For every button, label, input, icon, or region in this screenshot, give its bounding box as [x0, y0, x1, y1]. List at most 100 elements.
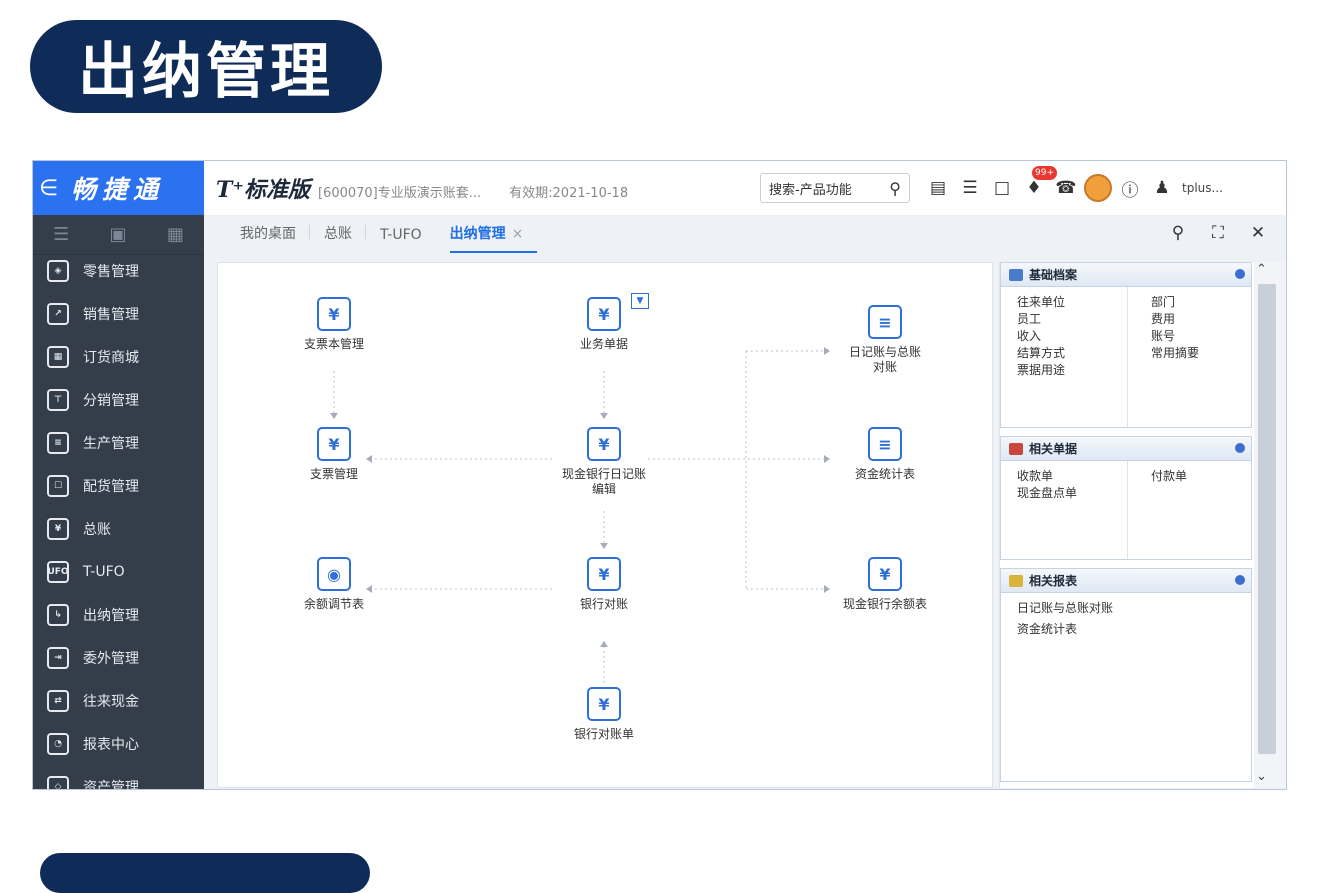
flow-node-fund-stats[interactable]: ≡ 资金统计表: [830, 427, 940, 482]
flow-node-bank-reconcile[interactable]: ¥ 银行对账: [549, 557, 659, 612]
message-icon[interactable]: □: [986, 175, 1018, 201]
sidebar-item[interactable]: ↗ 销售管理: [33, 292, 204, 335]
sidebar-item-label: 资产管理: [83, 779, 139, 790]
flow-node-label: 银行对账单: [573, 727, 634, 741]
help-icon[interactable]: ⓘ: [1114, 175, 1146, 201]
panel-link[interactable]: 费用: [1151, 310, 1251, 327]
panel-header[interactable]: 相关报表: [1001, 569, 1251, 593]
collapse-icon[interactable]: ▣: [110, 224, 127, 245]
panel-link[interactable]: 结算方式: [1017, 344, 1151, 361]
flow-node-journal-edit[interactable]: ¥ 现金银行日记账编辑: [549, 427, 659, 497]
mascot-icon[interactable]: [1082, 174, 1114, 202]
panel-link[interactable]: 常用摘要: [1151, 344, 1251, 361]
sidebar-item[interactable]: ⇥ 委外管理: [33, 636, 204, 679]
journal-check-icon: ≡: [868, 305, 902, 339]
search-input[interactable]: 搜索-产品功能 ⚲: [760, 173, 910, 203]
panel-link[interactable]: 收款单: [1017, 467, 1151, 484]
panel-body: 日记账与总账对账 资金统计表: [1001, 593, 1251, 637]
validity-date: 有效期:2021-10-18: [509, 185, 629, 201]
panel-link[interactable]: 往来单位: [1017, 293, 1151, 310]
dropdown-icon[interactable]: ▼: [631, 293, 649, 309]
journal-edit-icon: ¥: [587, 427, 621, 461]
sidebar-item[interactable]: ◔ 报表中心: [33, 722, 204, 765]
tab-tools: ⚲ ⛶ ✕: [1158, 223, 1278, 243]
back-icon[interactable]: ∈: [39, 176, 63, 201]
close-icon[interactable]: ✕: [1238, 223, 1278, 243]
flow-node-balance-adjust[interactable]: ◉ 余额调节表: [279, 557, 389, 612]
report-icon: ◔: [47, 732, 69, 755]
checklist-icon[interactable]: ☰: [954, 175, 986, 201]
sidebar-item[interactable]: ↳ 出纳管理: [33, 593, 204, 636]
sidebar-item[interactable]: ¥ 总账: [33, 507, 204, 550]
sidebar-item[interactable]: ◈ 零售管理: [33, 249, 204, 292]
save-icon[interactable]: ▤: [922, 175, 954, 201]
panel-link[interactable]: 付款单: [1151, 467, 1251, 484]
panel-link[interactable]: 收入: [1017, 327, 1151, 344]
user-name[interactable]: tplus...: [1182, 181, 1223, 195]
sidebar-item[interactable]: ◇ 资产管理: [33, 765, 204, 790]
sidebar-item[interactable]: ▦ 订货商城: [33, 335, 204, 378]
fullscreen-icon[interactable]: ⛶: [1198, 223, 1238, 243]
sidebar-item[interactable]: ☐ 配货管理: [33, 464, 204, 507]
sidebar-item[interactable]: ⊤ 分销管理: [33, 378, 204, 421]
flow-node-label: 银行对账: [579, 597, 628, 611]
search-icon[interactable]: ⚲: [1158, 223, 1198, 243]
panel-header[interactable]: 相关单据: [1001, 437, 1251, 461]
flow-node-label: 支票本管理: [303, 337, 364, 351]
panel-scrollbar[interactable]: ⌃ ⌄: [1254, 262, 1286, 788]
tab-desktop[interactable]: 我的桌面: [240, 223, 310, 253]
panel-link[interactable]: 部门: [1151, 293, 1251, 310]
panel-link[interactable]: 现金盘点单: [1017, 484, 1151, 501]
scroll-thumb[interactable]: [1258, 284, 1276, 754]
top-bar: T⁺标准版 [600070]专业版演示账套... 有效期:2021-10-18 …: [204, 161, 1286, 215]
phone-icon[interactable]: ☎: [1050, 175, 1082, 201]
asset-icon: ◇: [47, 775, 69, 789]
ufo-icon: UFO: [47, 560, 69, 583]
close-icon[interactable]: ×: [512, 226, 524, 242]
sidebar-item[interactable]: UFO T-UFO: [33, 550, 204, 593]
sidebar-item-label: 委外管理: [83, 650, 139, 667]
account-name[interactable]: [600070]专业版演示账套...: [318, 182, 481, 201]
chevron-down-icon[interactable]: ⌄: [1256, 769, 1267, 784]
sidebar-item[interactable]: ≡ 生产管理: [33, 421, 204, 464]
chevron-up-icon[interactable]: ⌃: [1256, 262, 1267, 277]
search-icon[interactable]: ⚲: [889, 179, 901, 198]
flow-node-cheque-mgmt[interactable]: ¥ 支票管理: [279, 427, 389, 482]
archive-icon: [1009, 268, 1023, 281]
app-window: ∈ 畅捷通 T⁺标准版 [600070]专业版演示账套... 有效期:2021-…: [32, 160, 1287, 790]
panel-link[interactable]: 票据用途: [1017, 361, 1151, 378]
sidebar-item[interactable]: ⇄ 往来现金: [33, 679, 204, 722]
tab-ledger[interactable]: 总账: [324, 223, 366, 253]
logo-bar: ∈ 畅捷通: [33, 161, 204, 215]
sidebar-item-label: 配货管理: [83, 478, 139, 495]
panel-title: 相关报表: [1029, 574, 1078, 588]
menu-icon[interactable]: ☰: [53, 224, 69, 245]
panel-link[interactable]: 资金统计表: [1017, 620, 1251, 637]
panel-link[interactable]: 日记账与总账对账: [1017, 599, 1251, 616]
export-icon[interactable]: ▦: [167, 224, 184, 245]
flow-node-label: 资金统计表: [854, 467, 915, 481]
flow-node-bank-statement[interactable]: ¥ 银行对账单: [549, 687, 659, 742]
ledger-icon: ¥: [47, 517, 69, 540]
page-heading: 出纳管理: [30, 20, 382, 113]
user-icon[interactable]: ♟: [1146, 175, 1178, 201]
collapse-icon[interactable]: [1235, 443, 1245, 453]
flow-node-journal-check[interactable]: ≡ 日记账与总账对账: [830, 305, 940, 375]
collapse-icon[interactable]: [1235, 575, 1245, 585]
panel-link[interactable]: 账号: [1151, 327, 1251, 344]
sidebar-item-label: 出纳管理: [83, 607, 139, 624]
page-title: 出纳管理: [78, 37, 334, 107]
bank-reconcile-icon: ¥: [587, 557, 621, 591]
product-name: T⁺标准版: [216, 177, 310, 203]
notification-icon[interactable]: ♦ 99+: [1018, 166, 1057, 201]
panel-left-column: 往来单位 员工 收入 结算方式 票据用途: [1017, 293, 1151, 427]
tab-cashier[interactable]: 出纳管理 ×: [449, 223, 538, 253]
flow-node-cheque-book[interactable]: ¥ 支票本管理: [279, 297, 389, 352]
panel-header[interactable]: 基础档案: [1001, 263, 1251, 287]
next-section-heading: [40, 853, 370, 893]
flow-node-cash-bank-balance[interactable]: ¥ 现金银行余额表: [830, 557, 940, 612]
business-docs-icon: ¥: [587, 297, 621, 331]
panel-link[interactable]: 员工: [1017, 310, 1151, 327]
collapse-icon[interactable]: [1235, 269, 1245, 279]
tab-t-ufo[interactable]: T-UFO: [380, 227, 436, 253]
